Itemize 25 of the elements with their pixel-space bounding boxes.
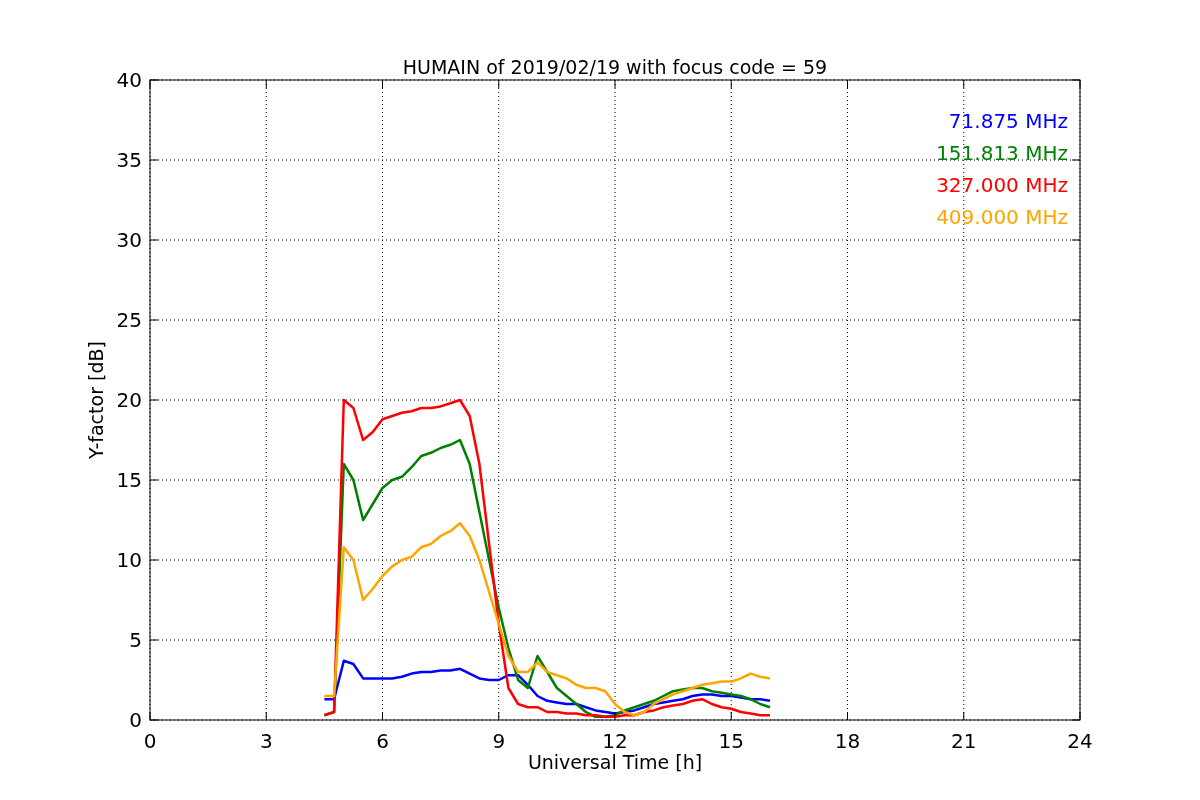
x-tick-label: 15 [718,729,744,753]
y-tick-label: 35 [116,148,142,172]
chart-title: HUMAIN of 2019/02/19 with focus code = 59 [402,56,828,78]
y-tick-label: 15 [116,468,142,492]
y-tick-label: 5 [129,628,142,652]
y-axis-label: Y-factor [dB] [85,341,107,459]
y-tick-label: 40 [116,68,142,92]
y-tick-label: 25 [116,308,142,332]
legend-label: 151.813 MHz [936,141,1068,165]
x-tick-label: 0 [143,729,157,753]
y-tick-label: 10 [116,548,142,572]
legend-label: 409.000 MHz [936,205,1068,229]
x-tick-label: 3 [259,729,273,753]
x-tick-label: 6 [376,729,389,753]
x-tick-label: 12 [602,729,628,753]
legend-label: 327.000 MHz [936,173,1068,197]
y-tick-label: 30 [116,228,142,252]
x-tick-label: 18 [834,729,861,753]
x-tick-label: 21 [951,729,977,753]
x-tick-label: 24 [1067,729,1093,753]
x-axis-label: Universal Time [h] [527,751,703,773]
y-tick-label: 0 [129,708,142,732]
legend-label: 71.875 MHz [948,109,1068,133]
x-tick-label: 9 [492,729,506,753]
y-tick-label: 20 [116,388,142,412]
